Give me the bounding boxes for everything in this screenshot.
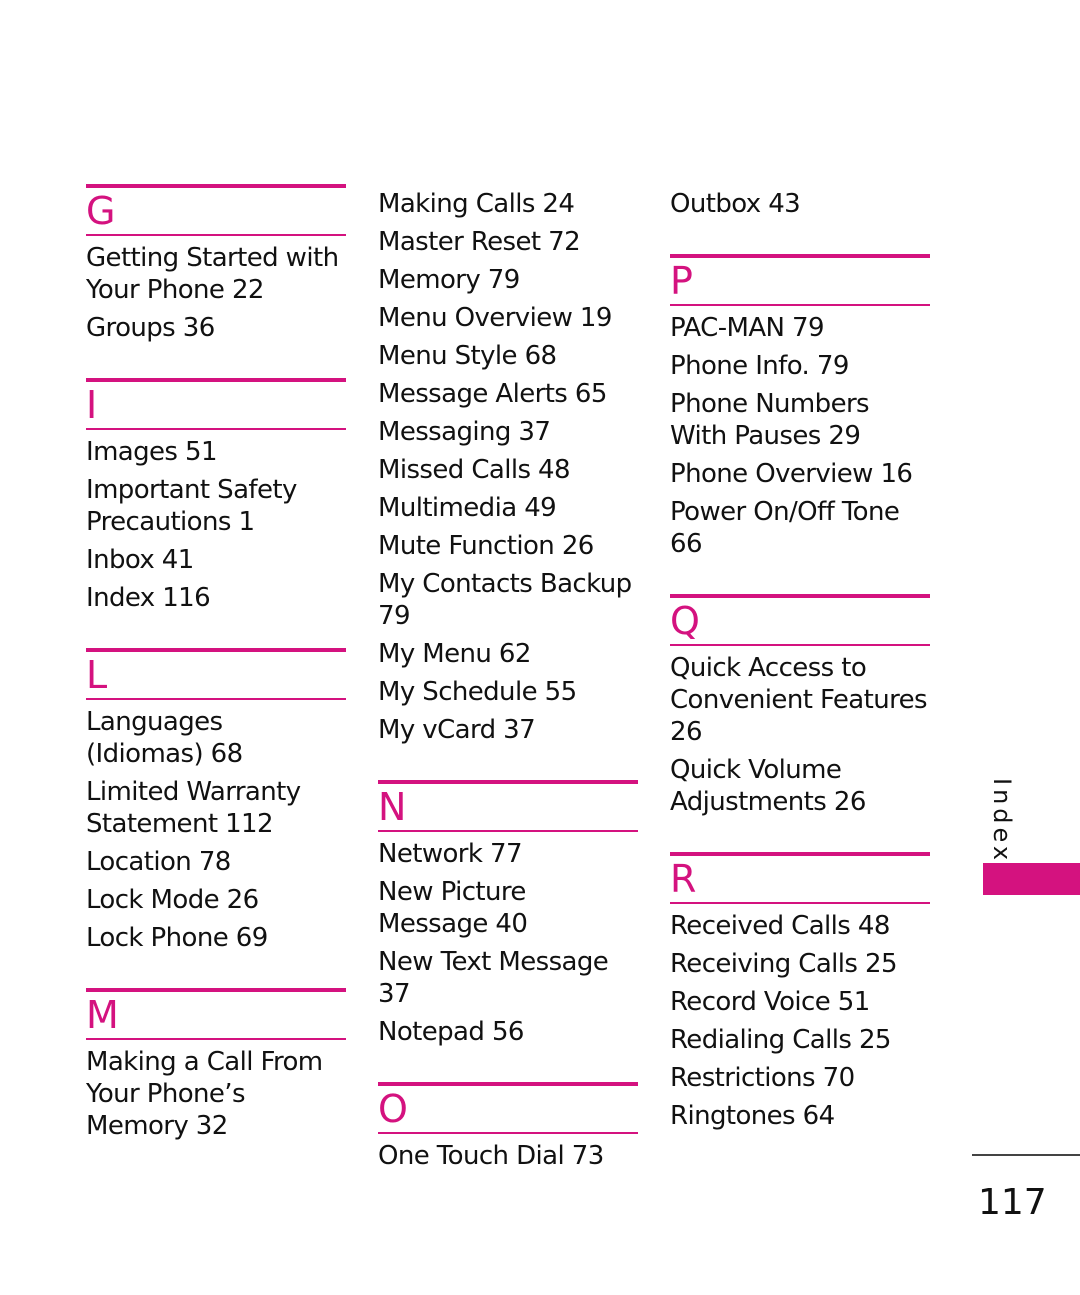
index-entry: My vCard 37	[378, 715, 536, 745]
index-entry: Menu Overview 19	[378, 303, 612, 333]
index-column-3: Outbox 43 P PAC-MAN 79 Phone Info. 79 Phone …	[670, 188, 930, 1166]
index-entry: Received Calls 48	[670, 911, 890, 941]
index-section-r: R Received Calls 48 Receiving Calls 25 Reco…	[670, 852, 930, 1132]
index-column-1: G Getting Started with Your Phone 22 Group…	[86, 184, 346, 1176]
page-number-rule	[972, 1154, 1080, 1156]
index-entry: Missed Calls 48	[378, 455, 571, 485]
index-entry: Network 77	[378, 839, 523, 869]
section-header: G	[86, 184, 346, 236]
index-section-q: Q Quick Access to Convenient Features 26 Q…	[670, 594, 930, 818]
index-entry: Ringtones 64	[670, 1101, 835, 1131]
index-section-p: P PAC-MAN 79 Phone Info. 79 Phone Numbers W…	[670, 254, 930, 560]
index-entry: Menu Style 68	[378, 341, 557, 371]
index-entry: Lock Mode 26	[86, 885, 259, 915]
index-column-2: Making Calls 24 Master Reset 72 Memory 79 M…	[378, 188, 638, 1206]
index-entry: Getting Started with Your Phone 22	[86, 243, 339, 305]
index-entry: Outbox 43	[670, 189, 801, 219]
index-entry: Index 116	[86, 583, 211, 613]
index-entry: Messaging 37	[378, 417, 551, 447]
index-entry: Groups 36	[86, 313, 215, 343]
index-entry: Message Alerts 65	[378, 379, 607, 409]
index-entry: Making a Call From Your Phone’s Memory 3…	[86, 1047, 323, 1141]
index-entry: My Menu 62	[378, 639, 531, 669]
section-letter: Q	[670, 599, 700, 643]
section-header: N	[378, 780, 638, 832]
index-entry: Inbox 41	[86, 545, 194, 575]
section-letter: L	[86, 653, 108, 697]
index-entry: Quick Volume Adjustments 26	[670, 755, 866, 817]
section-letter: I	[86, 383, 98, 427]
index-entry: Redialing Calls 25	[670, 1025, 891, 1055]
index-entry: Location 78	[86, 847, 231, 877]
index-section-o: O One Touch Dial 73	[378, 1082, 638, 1172]
index-section-i: I Images 51 Important Safety Precautions 1…	[86, 378, 346, 614]
index-entry: Notepad 56	[378, 1017, 524, 1047]
index-entry: Images 51	[86, 437, 218, 467]
index-entry: Mute Function 26	[378, 531, 594, 561]
index-section-l: L Languages (Idiomas) 68 Limited Warranty …	[86, 648, 346, 954]
section-letter: N	[378, 785, 407, 829]
index-entry: Phone Info. 79	[670, 351, 849, 381]
index-entry: Important Safety Precautions 1	[86, 475, 297, 537]
index-entry: Quick Access to Convenient Features 26	[670, 653, 928, 747]
section-header: M	[86, 988, 346, 1040]
section-header: O	[378, 1082, 638, 1134]
section-header: P	[670, 254, 930, 306]
index-entry: Making Calls 24	[378, 189, 575, 219]
index-entry: Limited Warranty Statement 112	[86, 777, 301, 839]
section-header: I	[86, 378, 346, 430]
index-entry: My Schedule 55	[378, 677, 577, 707]
section-letter: R	[670, 857, 697, 901]
index-section-g: G Getting Started with Your Phone 22 Group…	[86, 184, 346, 344]
index-entry: Multimedia 49	[378, 493, 557, 523]
index-entry: My Contacts Backup 79	[378, 569, 632, 631]
index-entry: Languages (Idiomas) 68	[86, 707, 243, 769]
index-entry: Record Voice 51	[670, 987, 870, 1017]
section-header: L	[86, 648, 346, 700]
section-letter: P	[670, 259, 693, 303]
side-tab-label: Index	[988, 778, 1016, 865]
section-header: R	[670, 852, 930, 904]
section-header: Q	[670, 594, 930, 646]
section-letter: O	[378, 1087, 408, 1131]
index-section-m: M Making a Call From Your Phone’s Memory …	[86, 988, 346, 1142]
index-entry: PAC-MAN 79	[670, 313, 825, 343]
index-entry: Phone Numbers With Pauses 29	[670, 389, 870, 451]
index-entry: Receiving Calls 25	[670, 949, 898, 979]
page-number: 117	[978, 1182, 1047, 1223]
index-entry: Power On/Off Tone 66	[670, 497, 900, 559]
section-letter: G	[86, 189, 116, 233]
index-entry: New Picture Message 40	[378, 877, 528, 939]
index-section-n: N Network 77 New Picture Message 40 New Tex…	[378, 780, 638, 1048]
index-entry: One Touch Dial 73	[378, 1141, 604, 1171]
index-entry: Memory 79	[378, 265, 520, 295]
index-entry: Lock Phone 69	[86, 923, 268, 953]
index-entry: New Text Message 37	[378, 947, 609, 1009]
index-entry: Master Reset 72	[378, 227, 581, 257]
section-letter: M	[86, 993, 119, 1037]
index-entry: Phone Overview 16	[670, 459, 913, 489]
side-tab-marker	[983, 863, 1080, 895]
index-entry: Restrictions 70	[670, 1063, 855, 1093]
